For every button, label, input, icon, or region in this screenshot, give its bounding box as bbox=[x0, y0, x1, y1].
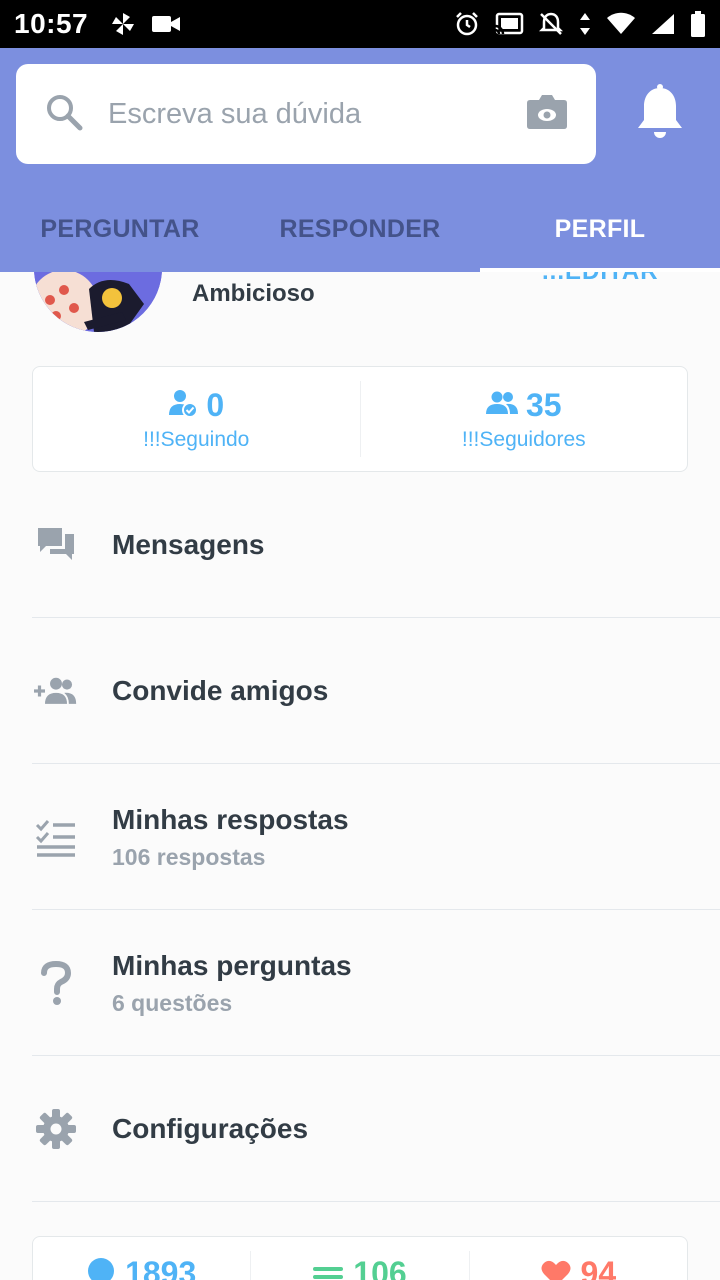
stat-thanks[interactable]: 94 bbox=[470, 1237, 687, 1280]
stat-value: 106 bbox=[353, 1255, 407, 1280]
answers-icon bbox=[313, 1255, 344, 1280]
profile-header: Ambicioso ...EDITAR bbox=[0, 272, 720, 352]
pinwheel-icon bbox=[110, 11, 136, 37]
menu-title: Mensagens bbox=[112, 529, 265, 560]
menu-item-configuracoes[interactable]: Configurações bbox=[0, 1056, 720, 1202]
data-arrows-icon bbox=[578, 11, 592, 37]
stat-answers[interactable]: 106 bbox=[251, 1237, 468, 1280]
question-mark-icon bbox=[34, 961, 78, 1005]
followers-label: !!!Seguidores bbox=[461, 427, 586, 451]
following-label: !!!Seguindo bbox=[143, 427, 250, 451]
tab-bar: PERGUNTAR RESPONDER PERFIL bbox=[0, 186, 720, 272]
menu-item-minhas-respostas[interactable]: Minhas respostas 106 respostas bbox=[0, 764, 720, 910]
stat-points[interactable]: 1893 bbox=[33, 1237, 250, 1280]
menu-item-convide-amigos[interactable]: Convide amigos bbox=[0, 618, 720, 764]
menu-subtitle: 6 questões bbox=[112, 989, 233, 1016]
following-button[interactable]: 0 !!!Seguindo bbox=[33, 367, 360, 471]
cell-signal-icon bbox=[650, 12, 676, 36]
users-icon bbox=[485, 390, 518, 421]
points-icon bbox=[87, 1255, 115, 1280]
menu-subtitle: 106 respostas bbox=[112, 843, 266, 870]
gear-icon bbox=[34, 1107, 78, 1151]
menu-title: Minhas respostas bbox=[112, 803, 349, 835]
menu-title: Minhas perguntas bbox=[112, 949, 352, 981]
video-camera-icon bbox=[152, 14, 181, 34]
silent-bell-icon bbox=[538, 11, 564, 37]
tab-responder[interactable]: RESPONDER bbox=[240, 186, 480, 272]
add-friends-icon bbox=[34, 669, 78, 713]
camera-icon[interactable] bbox=[526, 94, 568, 135]
following-count: 0 bbox=[206, 386, 225, 423]
follow-card: 0 !!!Seguindo 35 !!!Seguidores bbox=[32, 366, 688, 472]
stat-value: 1893 bbox=[125, 1255, 197, 1280]
avatar[interactable] bbox=[34, 272, 162, 332]
chat-icon bbox=[34, 523, 78, 567]
heart-icon bbox=[541, 1255, 571, 1280]
rank-label: Ambicioso bbox=[192, 280, 315, 307]
status-bar: 10:57 bbox=[0, 0, 720, 48]
menu-item-minhas-perguntas[interactable]: Minhas perguntas 6 questões bbox=[0, 910, 720, 1056]
answers-list-icon bbox=[34, 815, 78, 859]
cast-icon bbox=[494, 12, 524, 36]
edit-profile-link[interactable]: ...EDITAR bbox=[542, 272, 659, 286]
tab-perguntar[interactable]: PERGUNTAR bbox=[0, 186, 240, 272]
alarm-icon bbox=[454, 11, 480, 37]
followers-button[interactable]: 35 !!!Seguidores bbox=[361, 367, 688, 471]
wifi-icon bbox=[606, 12, 636, 36]
menu-title: Convide amigos bbox=[112, 675, 329, 706]
user-check-icon bbox=[168, 388, 199, 423]
menu-title: Configurações bbox=[112, 1113, 309, 1144]
battery-icon bbox=[690, 11, 706, 37]
search-input[interactable]: Escreva sua dúvida bbox=[16, 64, 596, 164]
app-bar: Escreva sua dúvida PERGUNTAR RESPONDER P… bbox=[0, 48, 720, 272]
notifications-bell-icon[interactable] bbox=[632, 84, 688, 149]
stats-card: 1893 106 94 bbox=[32, 1236, 688, 1280]
menu-item-mensagens[interactable]: Mensagens bbox=[0, 472, 720, 618]
followers-count: 35 bbox=[525, 386, 562, 423]
search-placeholder: Escreva sua dúvida bbox=[108, 97, 362, 130]
profile-menu: Mensagens Convide amigos Minhas resposta… bbox=[0, 472, 720, 1202]
search-icon bbox=[44, 92, 84, 137]
stat-value: 94 bbox=[580, 1255, 617, 1280]
status-time: 10:57 bbox=[14, 8, 89, 39]
tab-perfil[interactable]: PERFIL bbox=[480, 186, 720, 272]
